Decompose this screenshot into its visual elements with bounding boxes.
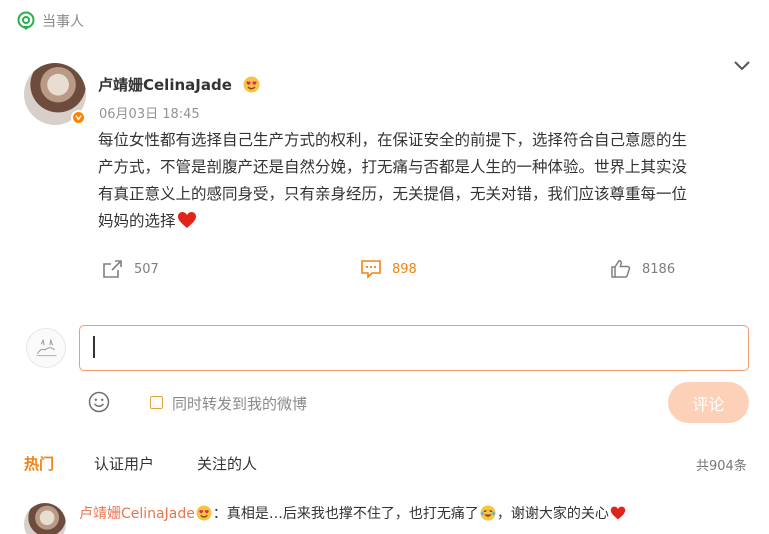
heart-eyes-emoji-icon [196,505,212,521]
chevron-down-icon[interactable] [733,59,751,73]
post-text-line: 有真正意义上的感同身受，只有亲身经历，无关提倡，无关对错，我们应该尊重每一位 [98,185,688,203]
author-name[interactable]: 卢靖姗CelinaJade [98,74,232,95]
comment-separator: ： [212,506,227,522]
tab-hot[interactable]: 热门 [24,453,54,474]
thumbs-up-icon [611,260,631,278]
weibo-post-page: 当事人 卢靖姗CelinaJade 06月03日 18:45 每位女性都有选择自… [0,0,769,534]
comment-count: 898 [392,261,417,277]
location-pin-icon [17,11,35,30]
comment-author-name[interactable]: 卢靖姗CelinaJade [79,503,195,523]
like-count: 8186 [642,261,676,277]
like-button[interactable]: 8186 [610,259,675,279]
repost-checkbox[interactable] [150,396,163,409]
total-comment-count: 共904条 [696,459,747,474]
tab-following[interactable]: 关注的人 [197,453,257,474]
repost-button[interactable]: 507 [102,259,159,279]
emoji-picker-icon[interactable] [88,391,110,413]
tab-verified-users[interactable]: 认证用户 [94,453,154,474]
share-icon [103,260,122,278]
post-timestamp[interactable]: 06月03日 18:45 [99,103,200,122]
post-text: 每位女性都有选择自己生产方式的权利，在保证安全的前提下，选择符合自己意愿的生 产… [98,127,748,235]
verified-badge-icon [71,110,86,125]
user-avatar [26,328,66,368]
red-heart-icon [610,506,626,520]
submit-comment-button[interactable]: 评论 [668,382,749,423]
comment-input[interactable] [79,325,749,371]
comment-text-part1: 真相是…后来我也撑不住了，也打无痛了 [226,506,479,522]
comment-button[interactable]: 898 [360,259,417,279]
repost-count: 507 [134,261,159,277]
comment-item: 卢靖姗CelinaJade ： 真相是…后来我也撑不住了，也打无痛了 ，谢谢大家… [79,503,627,523]
post-text-line: 每位女性都有选择自己生产方式的权利，在保证安全的前提下，选择符合自己意愿的生 [98,131,688,149]
topic-header[interactable]: 当事人 [16,11,84,31]
comment-text-part2: ，谢谢大家的关心 [496,506,609,522]
comment-icon [361,260,381,279]
laugh-cry-emoji-icon [480,505,496,521]
post-text-line: 产方式，不管是剖腹产还是自然分娩，打无痛与否都是人生的一种体验。世界上其实没 [98,158,688,176]
topic-label: 当事人 [42,14,84,30]
heart-eyes-emoji-icon [243,76,260,93]
comment-author-avatar[interactable] [24,503,66,534]
post-text-last: 妈妈的选择 [98,212,176,230]
post-text-line: 妈妈的选择 [98,208,748,235]
text-cursor [93,336,95,358]
red-heart-icon [177,212,196,228]
repost-checkbox-label[interactable]: 同时转发到我的微博 [172,393,307,414]
